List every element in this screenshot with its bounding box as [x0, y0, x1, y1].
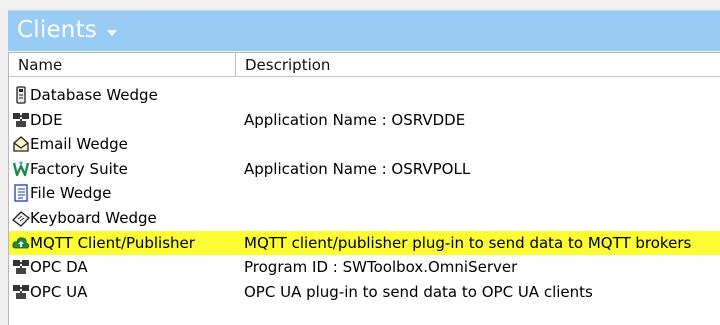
file-wedge-icon [14, 184, 28, 203]
client-description: Application Name : OSRVDDE [244, 110, 466, 129]
chevron-down-icon[interactable] [107, 30, 117, 36]
keyboard-wedge-icon [12, 211, 30, 227]
list-item[interactable]: Email Wedge [9, 132, 720, 157]
list-item[interactable]: File Wedge [9, 181, 720, 206]
client-description: MQTT client/publisher plug-in to send da… [244, 233, 692, 252]
window-top-edge [0, 0, 720, 8]
client-name: Factory Suite [30, 159, 128, 178]
clients-list: Name Description Database Wedge DDE Appl… [8, 52, 720, 325]
client-name: Database Wedge [30, 86, 158, 104]
client-name: File Wedge [30, 184, 112, 203]
list-item[interactable]: OPC DA Program ID : SWToolbox.OmniServer [9, 255, 720, 280]
list-item[interactable]: Database Wedge [9, 83, 720, 108]
client-name: DDE [30, 110, 63, 129]
opc-da-icon [13, 260, 29, 275]
list-item[interactable]: DDE Application Name : OSRVDDE [9, 108, 720, 133]
client-description: Program ID : SWToolbox.OmniServer [244, 258, 518, 277]
client-rows: Database Wedge DDE Application Name : OS… [9, 83, 720, 304]
client-name: OPC DA [30, 258, 88, 277]
cloud-upload-icon [12, 237, 30, 248]
database-wedge-icon [16, 86, 26, 104]
page-title: Clients [17, 17, 97, 43]
client-name: Email Wedge [30, 135, 128, 154]
list-item[interactable]: Keyboard Wedge [9, 206, 720, 231]
opc-ua-icon [13, 284, 29, 299]
client-name: OPC UA [30, 282, 88, 301]
dde-icon [13, 112, 29, 127]
client-name: Keyboard Wedge [30, 208, 157, 227]
client-description: Application Name : OSRVPOLL [244, 159, 471, 178]
email-wedge-icon [13, 136, 29, 152]
column-header-description[interactable]: Description [236, 53, 720, 77]
clients-header[interactable]: Clients [8, 10, 720, 51]
list-item[interactable]: Factory Suite Application Name : OSRVPOL… [9, 157, 720, 182]
client-name: MQTT Client/Publisher [30, 233, 195, 252]
column-header-name[interactable]: Name [9, 53, 236, 77]
factory-suite-icon [12, 161, 30, 176]
list-item-highlighted[interactable]: MQTT Client/Publisher MQTT client/publis… [9, 230, 720, 256]
list-item[interactable]: OPC UA OPC UA plug-in to send data to OP… [9, 280, 720, 305]
client-description: OPC UA plug-in to send data to OPC UA cl… [244, 282, 593, 301]
